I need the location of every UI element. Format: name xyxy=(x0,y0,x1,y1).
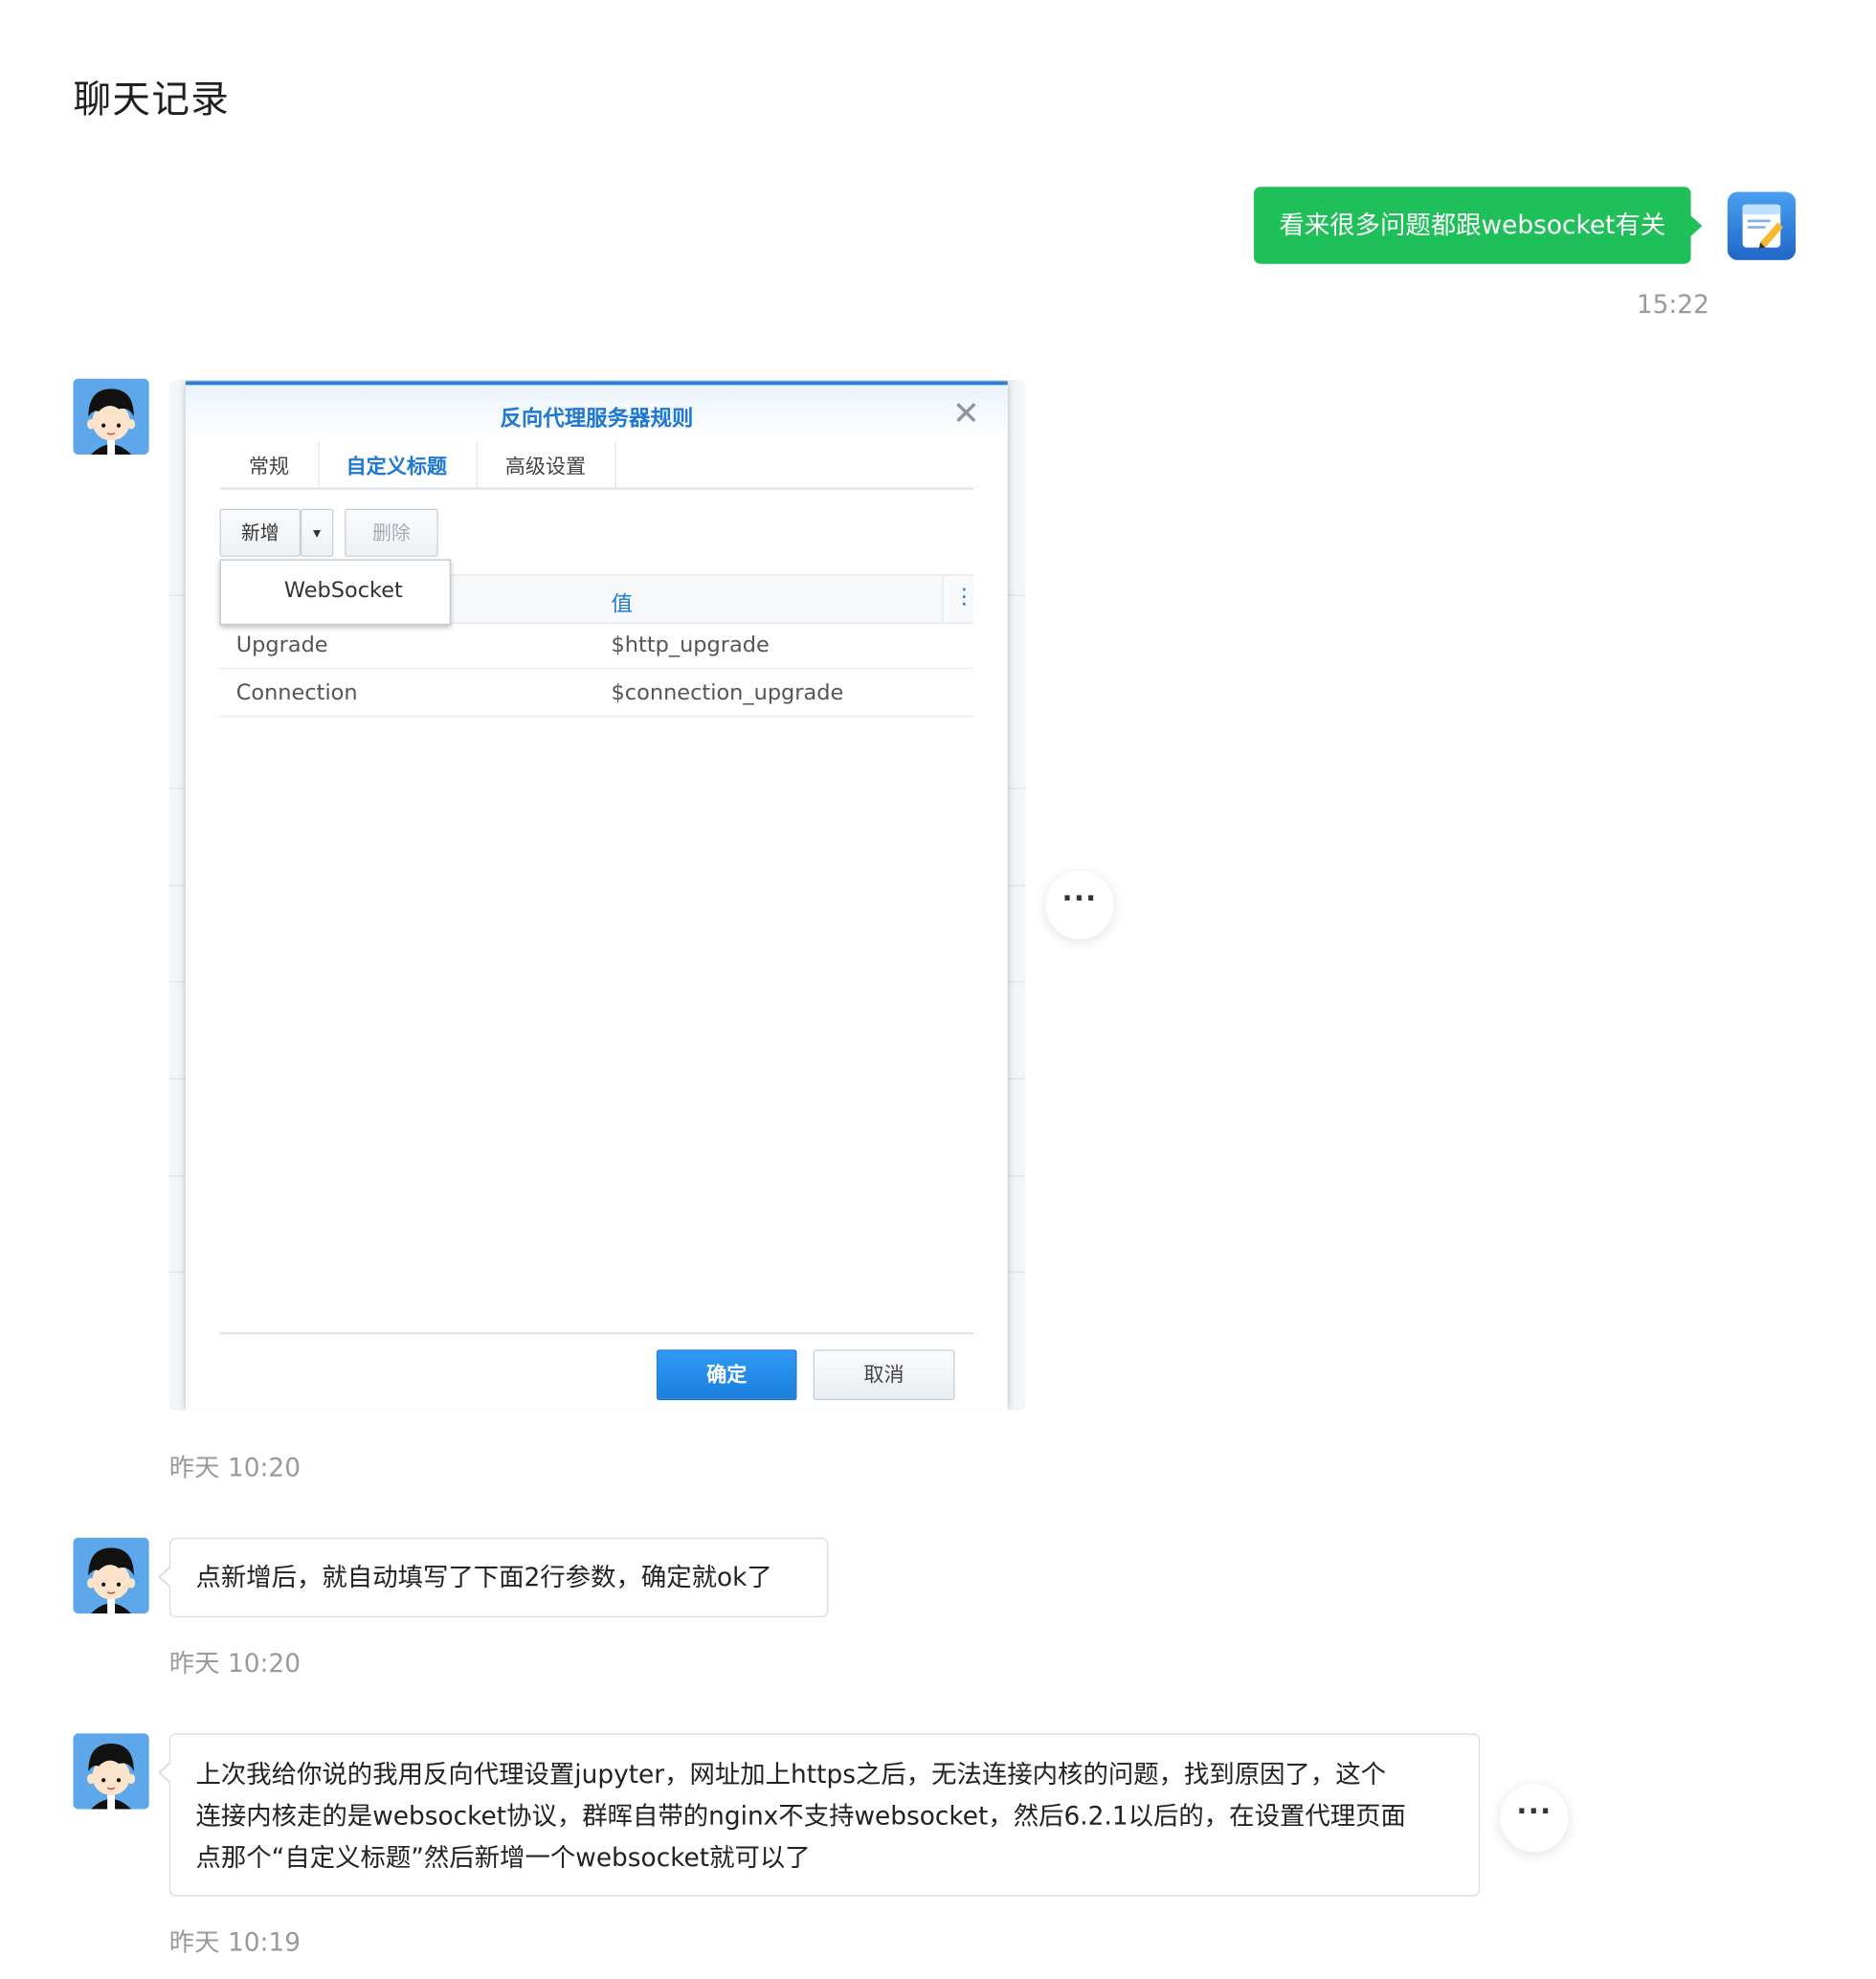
dropdown-item-websocket[interactable]: WebSocket xyxy=(284,578,403,603)
tab-custom-header[interactable]: 自定义标题 xyxy=(346,450,447,480)
add-button[interactable]: 新增 xyxy=(219,508,301,557)
cartoon-boy-avatar-icon xyxy=(73,1733,149,1810)
background-panel-right xyxy=(1006,380,1026,1411)
friend-message-bubble[interactable]: 点新增后，就自动填写了下面2行参数，确定就ok了 xyxy=(157,1537,829,1618)
cartoon-boy-avatar-icon xyxy=(73,378,149,455)
cartoon-boy-avatar-icon xyxy=(73,1537,149,1614)
tab-separator xyxy=(318,441,320,488)
message-time: 昨天 10:20 xyxy=(168,1452,301,1482)
table-cell-name: Upgrade xyxy=(235,632,328,658)
table-cell-name: Connection xyxy=(235,680,358,706)
message-time: 昨天 10:19 xyxy=(168,1926,301,1957)
cancel-button[interactable]: 取消 xyxy=(813,1349,955,1401)
friend-avatar[interactable] xyxy=(73,1537,149,1614)
tab-advanced[interactable]: 高级设置 xyxy=(505,450,586,480)
column-menu-glyph: ⋮ xyxy=(953,584,975,611)
table-cell-value: $connection_upgrade xyxy=(611,680,844,706)
my-message-bubble[interactable]: 看来很多问题都跟websocket有关 xyxy=(1254,187,1703,264)
tab-separator xyxy=(614,441,616,488)
more-options-button[interactable]: ··· xyxy=(1500,1784,1569,1853)
message-line: 点那个“自定义标题”然后新增一个websocket就可以了 xyxy=(195,1841,811,1873)
tab-separator xyxy=(476,441,478,488)
reverse-proxy-rules-dialog: 反向代理服务器规则 ✕ 常规 自定义标题 高级设置 新增 ▾ 删除 值 ⋮ We… xyxy=(185,381,1008,1411)
friend-avatar[interactable] xyxy=(73,378,149,455)
chevron-down-icon[interactable]: ▾ xyxy=(300,508,334,557)
friend-avatar[interactable] xyxy=(73,1733,149,1810)
column-header-value[interactable]: 值 xyxy=(612,586,633,617)
shared-screenshot-image[interactable]: 反向代理服务器规则 ✕ 常规 自定义标题 高级设置 新增 ▾ 删除 值 ⋮ We… xyxy=(168,380,1026,1411)
table-cell-value: $http_upgrade xyxy=(611,632,770,658)
more-options-button[interactable]: ··· xyxy=(1045,871,1114,940)
close-icon[interactable]: ✕ xyxy=(952,395,980,434)
dialog-title: 反向代理服务器规则 xyxy=(500,406,694,433)
column-menu-icon[interactable]: ⋮ xyxy=(942,575,975,623)
notepad-icon xyxy=(1742,204,1783,249)
dialog-footer-divider xyxy=(219,1331,974,1335)
friend-message-bubble[interactable]: 上次我给你说的我用反向代理设置jupyter，网址加上https之后，无法连接内… xyxy=(157,1733,1481,1897)
table-row-divider xyxy=(219,667,974,670)
tab-general[interactable]: 常规 xyxy=(249,450,289,480)
table-row-divider xyxy=(219,716,974,718)
chat-history-page: 聊天记录 看来很多问题都跟websocket有关 15:22 反向代理服务器规则… xyxy=(0,0,1876,1978)
message-line: 上次我给你说的我用反向代理设置jupyter，网址加上https之后，无法连接内… xyxy=(195,1758,1387,1790)
add-dropdown-menu: WebSocket xyxy=(219,559,451,626)
dialog-tabs: 常规 自定义标题 高级设置 xyxy=(219,441,974,490)
message-time: 15:22 xyxy=(1636,289,1709,320)
message-time: 昨天 10:20 xyxy=(168,1647,301,1679)
page-title: 聊天记录 xyxy=(73,78,231,122)
my-avatar[interactable] xyxy=(1727,191,1797,260)
message-line: 连接内核走的是websocket协议，群晖自带的nginx不支持websocke… xyxy=(195,1800,1406,1831)
confirm-button[interactable]: 确定 xyxy=(657,1349,797,1401)
delete-button[interactable]: 删除 xyxy=(345,508,438,557)
